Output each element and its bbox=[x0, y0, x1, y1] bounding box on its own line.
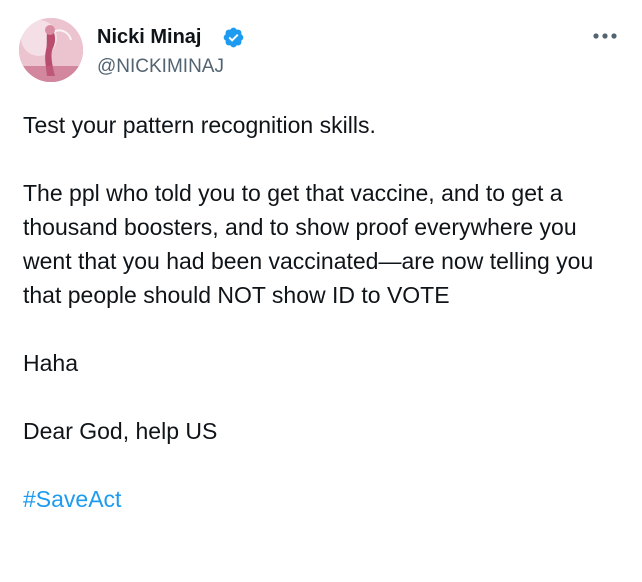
more-horizontal-icon bbox=[593, 33, 617, 39]
author-handle[interactable]: @NICKIMINAJ bbox=[97, 56, 224, 78]
tweet-paragraph: Test your pattern recognition skills. bbox=[23, 112, 376, 138]
hashtag-link[interactable]: #SaveAct bbox=[23, 486, 121, 512]
avatar-image bbox=[19, 18, 83, 82]
tweet-paragraph: Dear God, help US bbox=[23, 418, 218, 444]
tweet-card: Nicki Minaj @NICKIMINAJ Test your patter… bbox=[0, 0, 642, 582]
more-options-button[interactable] bbox=[588, 24, 622, 48]
tweet-text: Test your pattern recognition skills. Th… bbox=[23, 108, 623, 516]
tweet-paragraph: The ppl who told you to get that vaccine… bbox=[23, 180, 600, 308]
tweet-paragraph: Haha bbox=[23, 350, 78, 376]
author-name[interactable]: Nicki Minaj bbox=[97, 26, 201, 49]
verified-badge-icon bbox=[223, 27, 244, 48]
avatar[interactable] bbox=[19, 18, 83, 82]
